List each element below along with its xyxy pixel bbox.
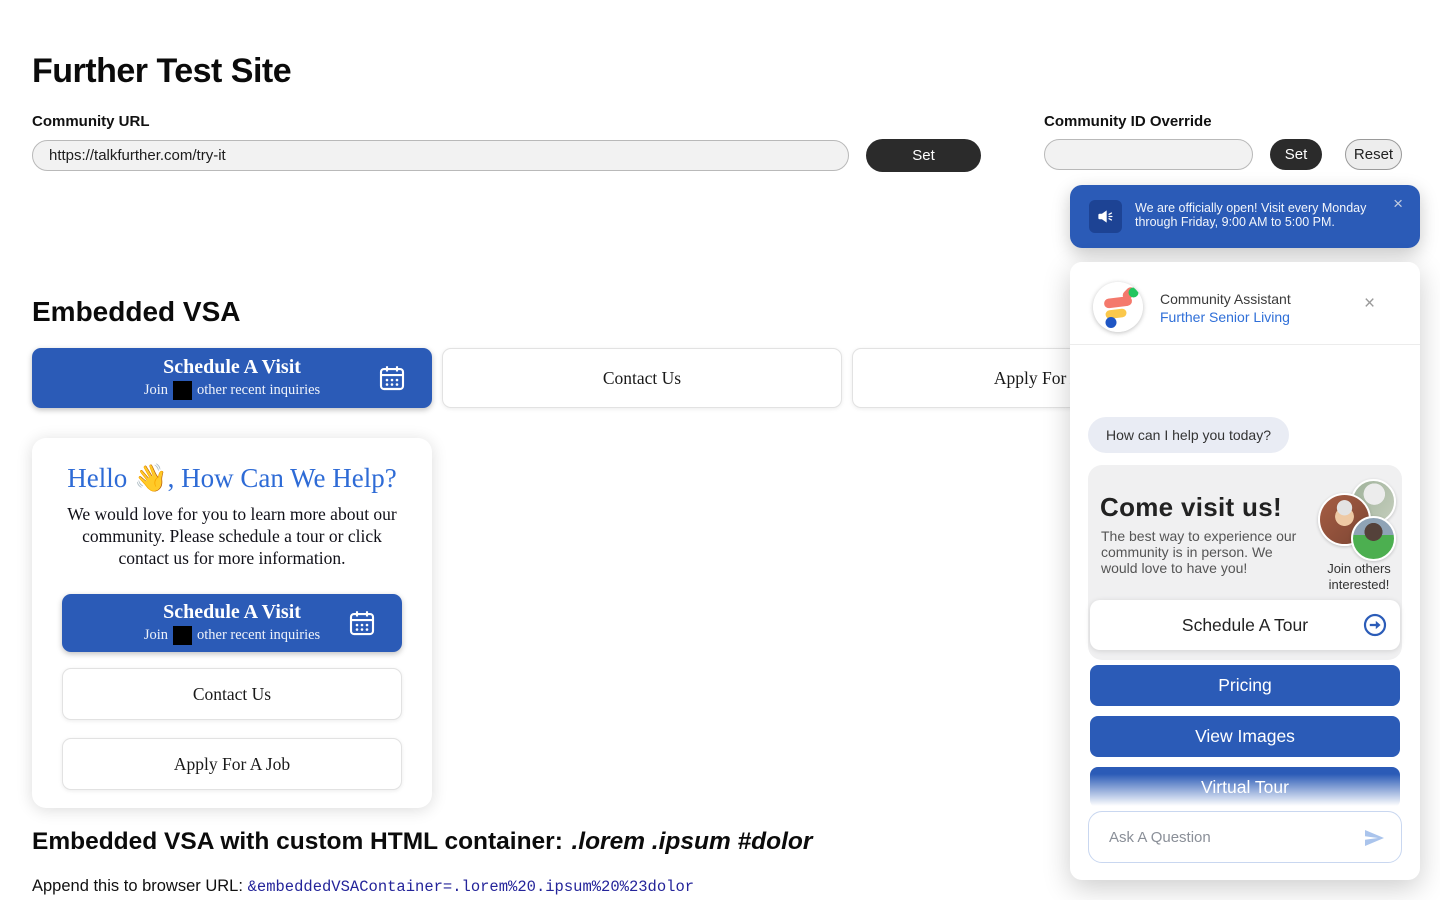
widget-close-icon[interactable]: ×: [1364, 294, 1375, 313]
card-contact-us-button[interactable]: Contact Us: [62, 668, 402, 720]
community-id-set-button[interactable]: Set: [1270, 139, 1322, 170]
question-input[interactable]: [1089, 812, 1401, 862]
greeting-bubble: How can I help you today?: [1088, 417, 1289, 453]
quick-action-pricing[interactable]: Pricing: [1090, 665, 1400, 706]
custom-container-heading: Embedded VSA with custom HTML container:…: [32, 828, 812, 856]
schedule-visit-button[interactable]: Schedule A Visit Joinother recent inquir…: [32, 348, 432, 408]
visit-card-body: The best way to experience our community…: [1101, 528, 1307, 577]
megaphone-icon: [1089, 200, 1122, 233]
schedule-visit-title: Schedule A Visit: [163, 356, 301, 379]
community-id-reset-button[interactable]: Reset: [1345, 139, 1402, 170]
embedded-vsa-heading: Embedded VSA: [32, 296, 240, 328]
avatars-caption: Join others interested!: [1298, 561, 1420, 594]
widget-header: Community Assistant Further Senior Livin…: [1070, 262, 1420, 345]
question-input-wrap: [1088, 811, 1402, 863]
send-plane-icon[interactable]: [1362, 826, 1386, 850]
append-url-code: &embeddedVSAContainer=.lorem%20.ipsum%20…: [248, 878, 694, 896]
vsa-card-heading: Hello 👋, How Can We Help?: [32, 462, 432, 494]
page: Further Test Site Community URL Set Comm…: [0, 0, 1440, 900]
banner-text: We are officially open! Visit every Mond…: [1135, 201, 1385, 230]
schedule-visit-subtitle: Joinother recent inquiries: [144, 381, 320, 400]
append-url-label: Append this to browser URL:: [32, 877, 243, 895]
calendar-icon: [347, 608, 377, 638]
schedule-tour-button[interactable]: Schedule A Tour: [1090, 600, 1400, 650]
chat-widget: Community Assistant Further Senior Livin…: [1070, 262, 1420, 880]
community-id-label: Community ID Override: [1044, 113, 1212, 130]
announcement-banner: We are officially open! Visit every Mond…: [1070, 185, 1420, 248]
quick-action-virtual-tour[interactable]: Virtual Tour: [1090, 767, 1400, 808]
banner-close-icon[interactable]: ×: [1393, 195, 1403, 212]
visit-card-heading: Come visit us!: [1100, 492, 1282, 523]
card-schedule-visit-button[interactable]: Schedule A Visit Joinother recent inquir…: [62, 594, 402, 652]
quick-action-view-images[interactable]: View Images: [1090, 716, 1400, 757]
page-title: Further Test Site: [32, 52, 291, 91]
community-url-input[interactable]: [32, 140, 849, 171]
community-link[interactable]: Further Senior Living: [1160, 309, 1290, 325]
community-id-input[interactable]: [1044, 139, 1253, 170]
contact-us-button[interactable]: Contact Us: [442, 348, 842, 408]
further-logo-icon: [1093, 282, 1143, 332]
arrow-circle-icon: [1363, 613, 1387, 637]
redaction-box: [173, 626, 192, 645]
assistant-title: Community Assistant: [1160, 291, 1291, 307]
visit-card: Come visit us! The best way to experienc…: [1088, 465, 1402, 660]
append-url-line: Append this to browser URL: &embeddedVSAC…: [32, 877, 694, 896]
calendar-icon: [377, 363, 407, 393]
card-apply-job-button[interactable]: Apply For A Job: [62, 738, 402, 790]
redaction-box: [173, 381, 192, 400]
custom-container-selector: .lorem .ipsum #dolor: [571, 828, 812, 855]
community-url-label: Community URL: [32, 113, 150, 130]
vsa-card-body: We would love for you to learn more abou…: [56, 503, 408, 569]
vsa-card: Hello 👋, How Can We Help? We would love …: [32, 438, 432, 808]
avatar-photo-person: [1351, 516, 1396, 561]
community-url-set-button[interactable]: Set: [866, 139, 981, 172]
